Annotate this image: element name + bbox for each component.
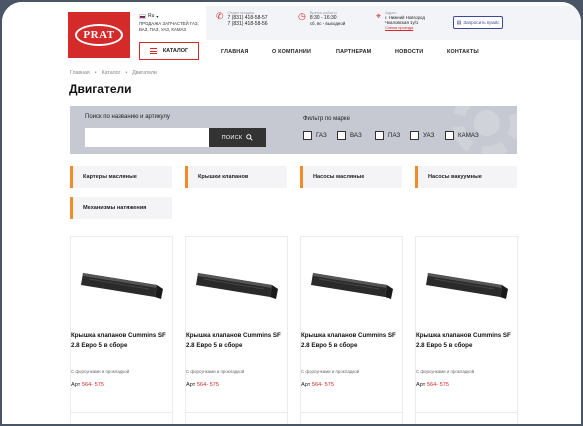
product-card[interactable]: Крышка клапанов Cummins SF 2.8 Евро 5 в … bbox=[300, 236, 406, 424]
product-card-next-row[interactable] bbox=[185, 412, 288, 424]
brand-checkbox-uaz[interactable]: УАЗ bbox=[410, 131, 434, 140]
brand-label-vaz: ВАЗ bbox=[350, 132, 362, 139]
product-card-next-row[interactable] bbox=[70, 412, 173, 424]
filter-panel: Поиск по названию и артикулу ПОИСК Фильт… bbox=[70, 106, 517, 154]
nav-contacts[interactable]: КОНТАКТЫ bbox=[447, 49, 479, 55]
product-title[interactable]: Крышка клапанов Cummins SF 2.8 Евро 5 в … bbox=[416, 331, 521, 351]
browser-frame: PRAT Ru ▾ ПРОДАЖА ЗАПЧАСТЕЙ ГАЗ, ВАЗ, ПА… bbox=[0, 0, 583, 426]
category-oil-pans[interactable]: Картеры масляные bbox=[70, 166, 172, 188]
product-article: Арт 564- 575 bbox=[416, 382, 449, 388]
nav-partners[interactable]: ПАРТНЕРАМ bbox=[336, 49, 371, 55]
product-article: Арт 564- 575 bbox=[186, 382, 219, 388]
page-title: Двигатели bbox=[69, 82, 132, 96]
nav-home[interactable]: ГЛАВНАЯ bbox=[221, 49, 249, 55]
clock-icon: ◷ bbox=[298, 11, 306, 21]
product-image[interactable] bbox=[309, 255, 397, 307]
category-vacuum-pumps[interactable]: Насосы вакуумные bbox=[415, 166, 517, 188]
checkbox[interactable] bbox=[445, 131, 454, 140]
article-number: 564- 575 bbox=[196, 382, 219, 388]
product-card[interactable]: Крышка клапанов Cummins SF 2.8 Евро 5 в … bbox=[415, 236, 521, 424]
article-label: Арт bbox=[71, 382, 81, 388]
brand-checkbox-kamaz[interactable]: КАМАЗ bbox=[445, 131, 479, 140]
product-image[interactable] bbox=[79, 255, 167, 307]
search-button[interactable]: ПОИСК bbox=[209, 128, 266, 147]
menu-icon bbox=[149, 48, 157, 54]
product-article: Арт 564- 575 bbox=[301, 382, 334, 388]
product-image[interactable] bbox=[424, 255, 512, 307]
breadcrumb: Главная • Каталог • Двигатели bbox=[70, 70, 157, 76]
product-image[interactable] bbox=[194, 255, 282, 307]
article-number: 564- 575 bbox=[426, 382, 449, 388]
site-header: PRAT Ru ▾ ПРОДАЖА ЗАПЧАСТЕЙ ГАЗ, ВАЗ, ПА… bbox=[2, 2, 581, 64]
product-description: С форсунками и прокладкой bbox=[71, 369, 130, 374]
phone-2[interactable]: 7 (831) 418-58-56 bbox=[228, 21, 268, 27]
chevron-down-icon: ▾ bbox=[156, 13, 159, 19]
catalog-button[interactable]: КАТАЛОГ bbox=[139, 42, 199, 60]
map-link[interactable]: Схема проезда bbox=[385, 25, 447, 30]
search-label: Поиск по названию и артикулу bbox=[85, 114, 170, 120]
search-icon bbox=[246, 134, 254, 141]
brand-label-paz: ПАЗ bbox=[388, 132, 401, 139]
catalog-label: КАТАЛОГ bbox=[162, 48, 189, 54]
breadcrumb-separator: • bbox=[94, 70, 97, 76]
brand-filter-label: Фильтр по марке bbox=[303, 116, 350, 122]
category-valve-covers[interactable]: Крышки клапанов bbox=[185, 166, 287, 188]
article-number: 564- 575 bbox=[81, 382, 104, 388]
article-label: Арт bbox=[301, 382, 311, 388]
breadcrumb-current: Двигатели bbox=[132, 70, 157, 76]
request-price-label: Запросить прайс bbox=[463, 20, 500, 25]
product-article: Арт 564- 575 bbox=[71, 382, 104, 388]
checkbox[interactable] bbox=[337, 131, 346, 140]
nav-news[interactable]: НОВОСТИ bbox=[395, 49, 423, 55]
hours-off: сб, вс - выходной bbox=[309, 21, 346, 26]
address-block: ⌖ Адрес г. Нижний Новгород Чкаловская 1у… bbox=[376, 10, 447, 30]
product-description: С форсунками и прокладкой bbox=[301, 369, 360, 374]
location-pin-icon: ⌖ bbox=[376, 11, 382, 21]
language-switcher[interactable]: Ru ▾ bbox=[139, 13, 158, 19]
product-description: С форсунками и прокладкой bbox=[416, 369, 475, 374]
address-value: г. Нижний Новгород Чкаловская 1у/1 bbox=[385, 15, 425, 25]
product-title[interactable]: Крышка клапанов Cummins SF 2.8 Евро 5 в … bbox=[186, 331, 291, 351]
search-button-label: ПОИСК bbox=[221, 134, 243, 141]
product-description: С форсунками и прокладкой bbox=[186, 369, 245, 374]
checkbox[interactable] bbox=[303, 131, 312, 140]
nav-about[interactable]: О КОМПАНИИ bbox=[272, 49, 311, 55]
article-label: Арт bbox=[186, 382, 196, 388]
brand-label-gaz: ГАЗ bbox=[316, 132, 327, 139]
category-oil-pumps[interactable]: Насосы масляные bbox=[300, 166, 402, 188]
brand-checkbox-paz[interactable]: ПАЗ bbox=[375, 131, 400, 140]
product-card[interactable]: Крышка клапанов Cummins SF 2.8 Евро 5 в … bbox=[185, 236, 291, 424]
request-price-button[interactable]: ▤ Запросить прайс bbox=[453, 16, 503, 29]
document-icon: ▤ bbox=[456, 19, 462, 26]
flag-ru-icon bbox=[139, 13, 146, 19]
article-label: Арт bbox=[416, 382, 426, 388]
category-tensioners[interactable]: Механизмы натяжения bbox=[70, 197, 172, 219]
brand-label-uaz: УАЗ bbox=[423, 132, 435, 139]
search-input[interactable] bbox=[85, 128, 209, 147]
breadcrumb-catalog[interactable]: Каталог bbox=[102, 70, 121, 76]
hours-block: ◷ Время работы 8:30 - 16:30 сб, вс - вых… bbox=[298, 10, 345, 27]
phone-icon: ✆ bbox=[216, 11, 224, 21]
site-tagline: ПРОДАЖА ЗАПЧАСТЕЙ ГАЗ, ВАЗ, ПАЗ, УАЗ, КА… bbox=[139, 21, 199, 32]
breadcrumb-home[interactable]: Главная bbox=[70, 70, 90, 76]
product-title[interactable]: Крышка клапанов Cummins SF 2.8 Евро 5 в … bbox=[71, 331, 176, 351]
product-card[interactable]: Крышка клапанов Cummins SF 2.8 Евро 5 в … bbox=[70, 236, 176, 424]
product-card-next-row[interactable] bbox=[300, 412, 403, 424]
checkbox[interactable] bbox=[410, 131, 419, 140]
phone-block: ✆ Отдел продаж 7 (831) 418-58-57 7 (831)… bbox=[216, 10, 268, 27]
brand-label-kamaz: КАМАЗ bbox=[458, 132, 479, 139]
site-logo[interactable]: PRAT bbox=[68, 12, 130, 58]
language-label: Ru bbox=[148, 13, 155, 19]
breadcrumb-separator: • bbox=[125, 70, 128, 76]
checkbox[interactable] bbox=[375, 131, 384, 140]
article-number: 564- 575 bbox=[311, 382, 334, 388]
logo-text: PRAT bbox=[75, 24, 123, 46]
product-title[interactable]: Крышка клапанов Cummins SF 2.8 Евро 5 в … bbox=[301, 331, 406, 351]
product-card-next-row[interactable] bbox=[415, 412, 518, 424]
brand-checkbox-gaz[interactable]: ГАЗ bbox=[303, 131, 327, 140]
brand-checkbox-vaz[interactable]: ВАЗ bbox=[337, 131, 362, 140]
